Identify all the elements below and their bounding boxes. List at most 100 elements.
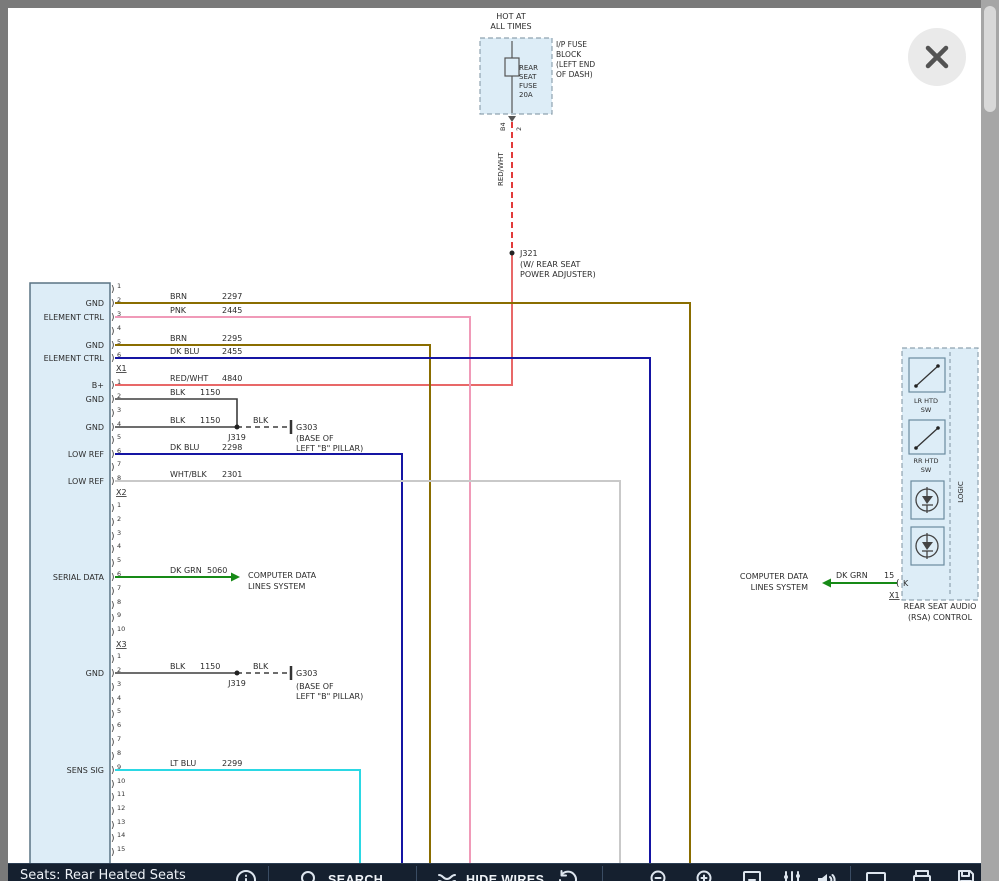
fuse-label: SEAT — [519, 73, 537, 81]
search-button[interactable]: SEARCH — [298, 868, 383, 881]
conn-top-pin-bracket: ) — [111, 341, 115, 351]
pin-function-label: LOW REF — [68, 477, 105, 486]
rsa-title: (RSA) CONTROL — [908, 613, 973, 622]
conn-x3-pin-number: 1 — [117, 652, 121, 660]
conn-x1-pin-bracket: ) — [111, 436, 115, 446]
conn-x2-pin-number: 4 — [117, 542, 121, 550]
wire-color-label: RED/WHT — [170, 374, 208, 383]
conn-x3-pin-bracket: ) — [111, 710, 115, 720]
close-button[interactable] — [908, 28, 966, 86]
ground-label: (BASE OF — [296, 434, 334, 443]
data-lines-label: COMPUTER DATA — [740, 572, 809, 581]
wire-redwht-4840 — [115, 253, 512, 385]
zoom-out-button[interactable] — [648, 868, 672, 881]
logic-label: LOGIC — [957, 481, 965, 503]
circuit-number: 1150 — [200, 662, 220, 671]
junction-j319-upper — [235, 425, 240, 430]
scrollbar-thumb[interactable] — [984, 6, 996, 112]
monitor-button[interactable] — [864, 868, 888, 881]
wire-color-label: DK GRN — [170, 566, 202, 575]
circuit-number: 5060 — [207, 566, 227, 575]
circuit-number: 2301 — [222, 470, 242, 479]
wires-icon — [436, 868, 460, 881]
conn-x2-pin-number: 1 — [117, 501, 121, 509]
search-button-label: SEARCH — [328, 873, 383, 881]
connector-section-label: X1 — [116, 364, 127, 373]
conn-x1-pin-bracket: ) — [111, 381, 115, 391]
conn-x3-pin-number: 13 — [117, 818, 125, 826]
circuit-number: 1150 — [200, 388, 220, 397]
conn-top-pin-bracket: ) — [111, 327, 115, 337]
conn-x3-pin-bracket: ) — [111, 683, 115, 693]
conn-top-pin-bracket: ) — [111, 313, 115, 323]
printer-button[interactable] — [910, 868, 934, 881]
conn-x3-pin-number: 3 — [117, 680, 121, 688]
pin-function-label: GND — [86, 341, 104, 350]
circuit-number: 1150 — [200, 416, 220, 425]
history-button[interactable] — [556, 868, 580, 881]
conn-x1-pin-number: 2 — [117, 392, 121, 400]
x-icon — [908, 28, 966, 86]
printer-icon — [910, 868, 934, 881]
conn-x3-pin-bracket: ) — [111, 655, 115, 665]
wire-brn-2295 — [115, 345, 430, 868]
toolbar-divider — [416, 866, 417, 881]
pin-function-label: GND — [86, 299, 104, 308]
conn-x3-pin-bracket: ) — [111, 807, 115, 817]
lr-htd-switch-box — [909, 358, 945, 392]
wire-dkblu-2298 — [115, 454, 402, 868]
switch-label: SW — [921, 466, 932, 474]
circuit-number: 2297 — [222, 292, 242, 301]
vertical-scrollbar[interactable] — [981, 0, 999, 881]
fit-screen-button[interactable] — [740, 868, 764, 881]
conn-x2-pin-bracket: ) — [111, 559, 115, 569]
conn-top-pin-number: 1 — [117, 282, 121, 290]
conn-top-pin-bracket: ) — [111, 299, 115, 309]
circuit-number: 2298 — [222, 443, 242, 452]
conn-x2-pin-number: 9 — [117, 611, 121, 619]
pin-function-label: GND — [86, 423, 104, 432]
monitor-icon — [864, 868, 888, 881]
conn-top-pin-bracket: ) — [111, 354, 115, 364]
pin-function-label: SERIAL DATA — [53, 573, 105, 582]
conn-x2-pin-bracket: ) — [111, 628, 115, 638]
pin-function-label: ELEMENT CTRL — [44, 313, 105, 322]
conn-x3-pin-bracket: ) — [111, 669, 115, 679]
switch-label: LR HTD — [914, 397, 938, 405]
circuit-number: 2295 — [222, 334, 242, 343]
wire-color-label: DK GRN — [836, 571, 868, 580]
conn-x2-pin-bracket: ) — [111, 573, 115, 583]
save-button[interactable] — [954, 868, 978, 881]
ground-label: LEFT "B" PILLAR) — [296, 444, 363, 453]
zoom-in-button[interactable] — [694, 868, 718, 881]
toolbar-divider — [850, 866, 851, 881]
save-icon — [954, 868, 978, 881]
speaker-icon — [814, 868, 838, 881]
hide-wires-button[interactable]: HIDE WIRES — [436, 868, 544, 881]
fuse-block-label: (LEFT END — [556, 60, 595, 69]
switch-label: SW — [921, 406, 932, 414]
conn-x3-pin-bracket: ) — [111, 834, 115, 844]
wire-color-label: DK BLU — [170, 443, 199, 452]
circuit-number: 4840 — [222, 374, 242, 383]
fuse-label: REAR — [519, 64, 538, 72]
conn-x3-pin-number: 11 — [117, 790, 125, 798]
filters-button[interactable] — [780, 868, 804, 881]
context-title: Seats: Rear Heated Seats — [20, 868, 186, 881]
speaker-button[interactable] — [814, 868, 838, 881]
data-lines-label: LINES SYSTEM — [248, 582, 305, 591]
pin-function-label: ELEMENT CTRL — [44, 354, 105, 363]
fuse-pin-label: 2 — [515, 127, 523, 131]
conn-x2-pin-number: 5 — [117, 556, 121, 564]
splice-label: J319 — [227, 679, 246, 688]
fuse-label: FUSE — [519, 82, 537, 90]
zoom-out-icon — [648, 868, 672, 881]
wire-color-label: BLK — [253, 416, 269, 425]
fuse-label: 20A — [519, 91, 533, 99]
conn-x1-pin-number: 3 — [117, 406, 121, 414]
fuse-block-label: I/P FUSE — [556, 40, 587, 49]
wire-color-label: BLK — [170, 662, 186, 671]
conn-x3-pin-bracket: ) — [111, 724, 115, 734]
conn-top-pin-number: 4 — [117, 324, 121, 332]
info-button[interactable] — [234, 868, 258, 881]
